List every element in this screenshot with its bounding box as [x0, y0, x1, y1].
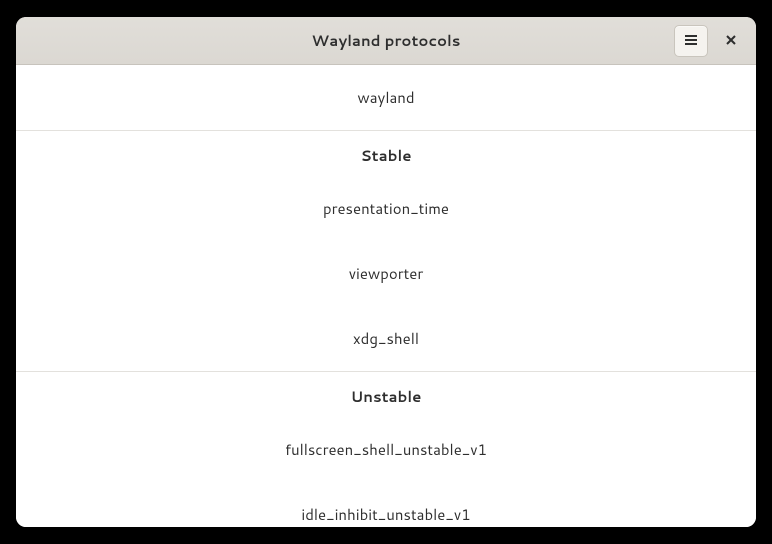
window: Wayland protocols: [16, 17, 756, 527]
content-area: wayland Stable presentation_time viewpor…: [16, 65, 756, 527]
close-icon: [725, 29, 737, 52]
titlebar: Wayland protocols: [16, 17, 756, 65]
close-button[interactable]: [714, 25, 748, 57]
window-title: Wayland protocols: [24, 30, 748, 51]
hamburger-icon: [684, 30, 698, 51]
list-item[interactable]: viewporter: [16, 241, 756, 306]
list-item[interactable]: xdg_shell: [16, 306, 756, 371]
list-item[interactable]: fullscreen_shell_unstable_v1: [16, 417, 756, 482]
list-item[interactable]: wayland: [16, 65, 756, 130]
section-header-unstable: Unstable: [16, 371, 756, 417]
list-item[interactable]: idle_inhibit_unstable_v1: [16, 482, 756, 527]
list-item[interactable]: presentation_time: [16, 176, 756, 241]
section-header-stable: Stable: [16, 130, 756, 176]
hamburger-menu-button[interactable]: [674, 25, 708, 57]
titlebar-buttons: [674, 25, 748, 57]
